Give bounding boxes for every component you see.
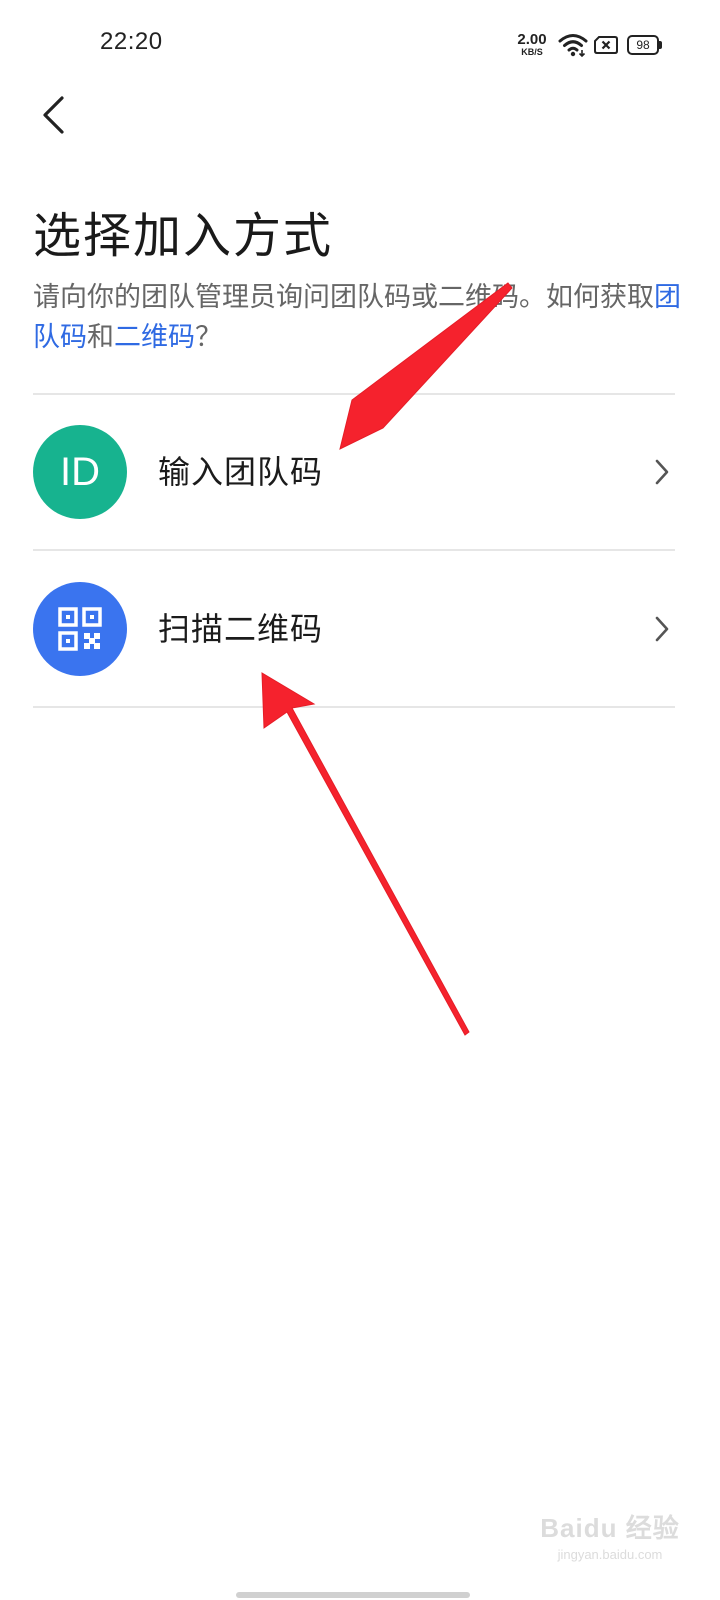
network-speed-unit: KB/S bbox=[521, 47, 543, 57]
watermark-main: Baidu 经验 bbox=[540, 1513, 680, 1543]
page-description: 请向你的团队管理员询问团队码或二维码。如何获取团队码和二维码？ bbox=[33, 278, 683, 358]
network-speed-value: 2.00 bbox=[517, 31, 547, 48]
watermark: Baidu 经验 jingyan.baidu.com bbox=[540, 1508, 680, 1562]
id-badge-text: ID bbox=[60, 449, 100, 494]
page-title: 选择加入方式 bbox=[33, 208, 334, 264]
id-badge-icon: ID bbox=[33, 425, 127, 519]
desc-and: 和 bbox=[87, 322, 114, 353]
enter-team-code-option[interactable]: ID 输入团队码 bbox=[33, 395, 675, 549]
chevron-right-icon bbox=[655, 616, 669, 642]
enter-team-code-label: 输入团队码 bbox=[158, 453, 324, 491]
desc-suffix: ？ bbox=[195, 322, 222, 353]
status-bar: 22:20 2.00 KB/S 98 bbox=[0, 0, 720, 90]
battery-icon: 98 bbox=[627, 35, 662, 55]
status-time: 22:20 bbox=[100, 28, 163, 55]
divider bbox=[33, 706, 675, 708]
battery-level: 98 bbox=[627, 35, 659, 55]
chevron-left-icon bbox=[43, 96, 64, 134]
scan-qr-code-option[interactable]: 扫描二维码 bbox=[33, 552, 675, 706]
sim-card-no-signal-icon bbox=[594, 36, 618, 54]
home-indicator[interactable] bbox=[236, 1592, 470, 1598]
back-button[interactable] bbox=[30, 90, 80, 140]
qr-avatar bbox=[33, 582, 127, 676]
chevron-right-icon bbox=[655, 459, 669, 485]
scan-qr-code-label: 扫描二维码 bbox=[158, 610, 324, 648]
qr-code-icon bbox=[58, 607, 102, 651]
qr-code-help-link[interactable]: 二维码 bbox=[114, 322, 195, 353]
divider bbox=[33, 549, 675, 551]
wifi-icon bbox=[558, 34, 588, 58]
battery-tip bbox=[659, 41, 662, 49]
desc-text: 请向你的团队管理员询问团队码或二维码。如何获取 bbox=[33, 282, 654, 313]
annotation-arrow-lower bbox=[261, 672, 470, 1036]
network-speed: 2.00 KB/S bbox=[512, 32, 552, 57]
watermark-sub: jingyan.baidu.com bbox=[557, 1547, 663, 1562]
